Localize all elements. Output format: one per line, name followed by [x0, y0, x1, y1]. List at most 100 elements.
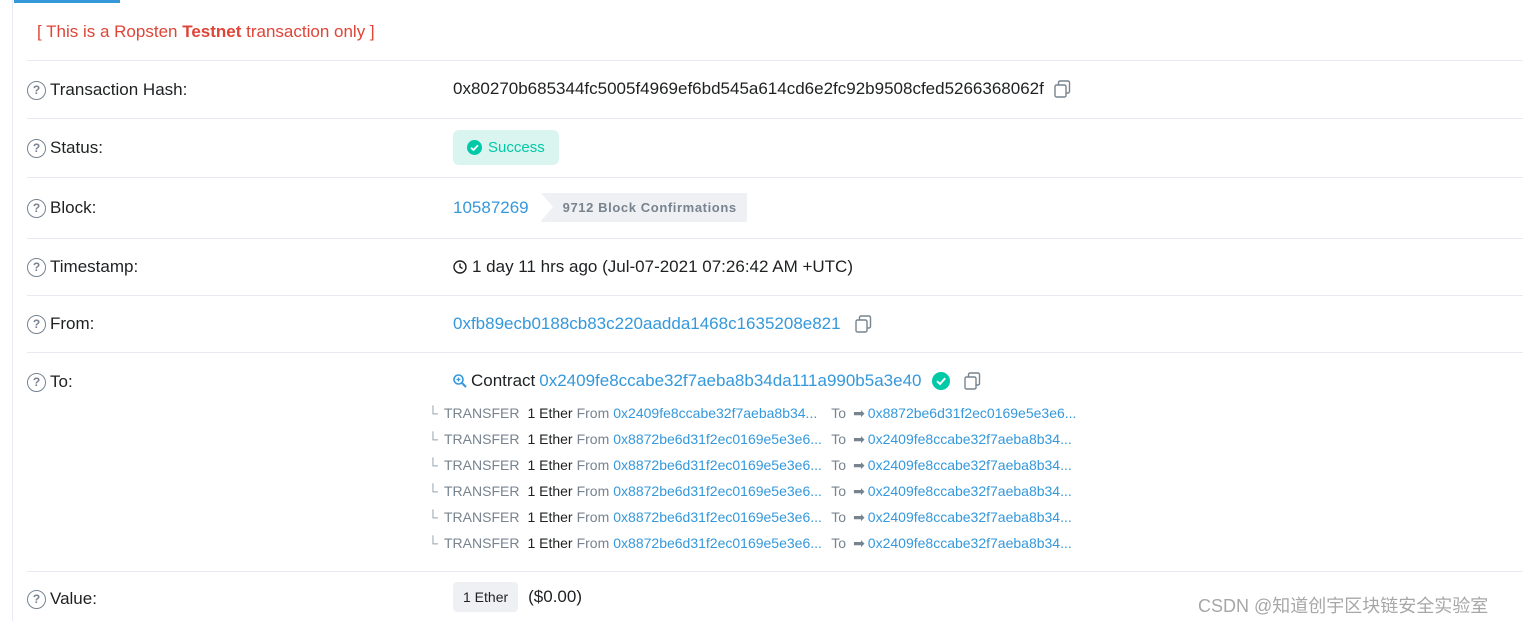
question-circle-icon[interactable]: ? — [27, 372, 46, 392]
status-badge: Success — [453, 130, 559, 165]
testnet-notice-bold: Testnet — [182, 22, 242, 41]
check-circle-icon — [467, 140, 482, 155]
label-text: Block: — [50, 198, 97, 217]
transfer-to-link[interactable]: 0x2409fe8ccabe32f7aeba8b34... — [868, 535, 1072, 551]
question-circle-icon[interactable]: ? — [27, 589, 46, 609]
question-circle-icon[interactable]: ? — [27, 138, 46, 158]
row-transaction-hash: ? Transaction Hash: 0x80270b685344fc5005… — [27, 60, 1523, 118]
to-value: Contract 0x2409fe8ccabe32f7aeba8b34da111… — [453, 371, 981, 391]
transfer-row: └ TRANSFER 1 Ether From 0x8872be6d31f2ec… — [428, 426, 1076, 452]
block-number-link[interactable]: 10587269 — [453, 198, 529, 218]
tree-corner: └ — [428, 457, 438, 473]
verified-check-icon — [931, 372, 950, 390]
contract-label: Contract — [471, 371, 536, 390]
transfer-from-label: From — [576, 483, 610, 499]
row-status: ? Status: Success — [27, 118, 1523, 177]
row-from: ? From: 0xfb89ecb0188cb83c220aadda1468c1… — [27, 295, 1523, 352]
watermark-text: CSDN @知道创宇区块链安全实验室 — [1198, 596, 1489, 616]
from-value: 0xfb89ecb0188cb83c220aadda1468c1635208e8… — [453, 314, 872, 334]
label-transaction-hash: ? Transaction Hash: — [27, 80, 187, 100]
arrow-right-icon: ➡ — [853, 456, 865, 473]
transfer-row: └ TRANSFER 1 Ether From 0x8872be6d31f2ec… — [428, 452, 1076, 478]
value-ether-pill: 1 Ether — [453, 582, 519, 612]
value-usd: ($0.00) — [528, 587, 583, 606]
question-circle-icon[interactable]: ? — [27, 257, 46, 277]
label-text: Timestamp: — [50, 257, 139, 276]
transfer-from-link[interactable]: 0x2409fe8ccabe32f7aeba8b34... — [613, 405, 831, 421]
transfer-from-label: From — [576, 509, 610, 525]
label-to: ? To: — [27, 372, 73, 392]
tree-corner: └ — [428, 405, 438, 421]
arrow-right-icon: ➡ — [853, 534, 865, 551]
label-text: Transaction Hash: — [50, 80, 188, 99]
transfer-from-label: From — [576, 535, 610, 551]
transfer-to-link[interactable]: 0x2409fe8ccabe32f7aeba8b34... — [868, 431, 1072, 447]
transfer-amount: 1 Ether — [527, 535, 573, 551]
transfer-to-link[interactable]: 0x2409fe8ccabe32f7aeba8b34... — [868, 509, 1072, 525]
arrow-right-icon: ➡ — [853, 482, 865, 499]
from-address-link[interactable]: 0xfb89ecb0188cb83c220aadda1468c1635208e8… — [453, 314, 841, 334]
label-status: ? Status: — [27, 138, 103, 158]
transfer-to-link[interactable]: 0x2409fe8ccabe32f7aeba8b34... — [868, 457, 1072, 473]
transfer-row: └ TRANSFER 1 Ether From 0x8872be6d31f2ec… — [428, 478, 1076, 504]
transfer-to-label: To — [831, 483, 847, 499]
transfer-to-label: To — [831, 457, 847, 473]
label-text: Value: — [50, 589, 97, 608]
transfer-from-link[interactable]: 0x8872be6d31f2ec0169e5e3e6... — [613, 431, 831, 447]
status-value: Success — [453, 130, 559, 165]
arrow-right-icon: ➡ — [853, 508, 865, 525]
transfer-amount: 1 Ether — [527, 405, 573, 421]
tree-corner: └ — [428, 535, 438, 551]
transfer-amount: 1 Ether — [527, 483, 573, 499]
internal-transfers-list: └ TRANSFER 1 Ether From 0x2409fe8ccabe32… — [428, 400, 1076, 556]
value-value: 1 Ether ($0.00) — [453, 582, 582, 612]
transfer-to-label: To — [831, 509, 847, 525]
transfer-to-link[interactable]: 0x8872be6d31f2ec0169e5e3e6... — [868, 405, 1077, 421]
transfer-row: └ TRANSFER 1 Ether From 0x8872be6d31f2ec… — [428, 504, 1076, 530]
row-timestamp: ? Timestamp: 1 day 11 hrs ago (Jul-07-20… — [27, 238, 1523, 295]
transfer-to-label: To — [831, 431, 847, 447]
label-value: ? Value: — [27, 589, 97, 609]
transfer-from-label: From — [576, 457, 610, 473]
tree-corner: └ — [428, 431, 438, 447]
label-timestamp: ? Timestamp: — [27, 257, 138, 277]
transfer-amount: 1 Ether — [527, 457, 573, 473]
label-text: From: — [50, 314, 95, 333]
question-circle-icon[interactable]: ? — [27, 80, 46, 100]
copy-icon[interactable] — [963, 372, 981, 390]
transfer-type: TRANSFER — [444, 509, 520, 525]
transfer-from-link[interactable]: 0x8872be6d31f2ec0169e5e3e6... — [613, 483, 831, 499]
transfer-from-label: From — [576, 405, 610, 421]
transfer-to-label: To — [831, 535, 847, 551]
transaction-hash-value: 0x80270b685344fc5005f4969ef6bd545a614cd6… — [453, 79, 1071, 99]
search-plus-icon — [453, 374, 467, 388]
transfer-amount: 1 Ether — [527, 509, 573, 525]
transfer-to-link[interactable]: 0x2409fe8ccabe32f7aeba8b34... — [868, 483, 1072, 499]
copy-icon[interactable] — [854, 315, 872, 333]
transfer-row: └ TRANSFER 1 Ether From 0x2409fe8ccabe32… — [428, 400, 1076, 426]
tree-corner: └ — [428, 483, 438, 499]
transfer-from-link[interactable]: 0x8872be6d31f2ec0169e5e3e6... — [613, 509, 831, 525]
transfer-from-link[interactable]: 0x8872be6d31f2ec0169e5e3e6... — [613, 535, 831, 551]
transfer-from-link[interactable]: 0x8872be6d31f2ec0169e5e3e6... — [613, 457, 831, 473]
label-text: To: — [50, 372, 73, 391]
label-block: ? Block: — [27, 198, 96, 218]
question-circle-icon[interactable]: ? — [27, 198, 46, 218]
question-circle-icon[interactable]: ? — [27, 314, 46, 334]
transfer-from-label: From — [576, 431, 610, 447]
row-block: ? Block: 10587269 9712 Block Confirmatio… — [27, 177, 1523, 238]
arrow-right-icon: ➡ — [853, 430, 865, 447]
arrow-right-icon: ➡ — [853, 404, 865, 421]
block-confirmations-badge: 9712 Block Confirmations — [540, 193, 747, 222]
transfer-row: └ TRANSFER 1 Ether From 0x8872be6d31f2ec… — [428, 530, 1076, 556]
status-text: Success — [488, 139, 545, 156]
transfer-type: TRANSFER — [444, 405, 520, 421]
transfer-type: TRANSFER — [444, 483, 520, 499]
transfer-type: TRANSFER — [444, 535, 520, 551]
tree-corner: └ — [428, 509, 438, 525]
label-text: Status: — [50, 138, 103, 157]
to-address-link[interactable]: 0x2409fe8ccabe32f7aeba8b34da111a990b5a3e… — [539, 371, 921, 391]
transaction-hash: 0x80270b685344fc5005f4969ef6bd545a614cd6… — [453, 79, 1044, 98]
copy-icon[interactable] — [1054, 80, 1071, 98]
transfer-type: TRANSFER — [444, 457, 520, 473]
